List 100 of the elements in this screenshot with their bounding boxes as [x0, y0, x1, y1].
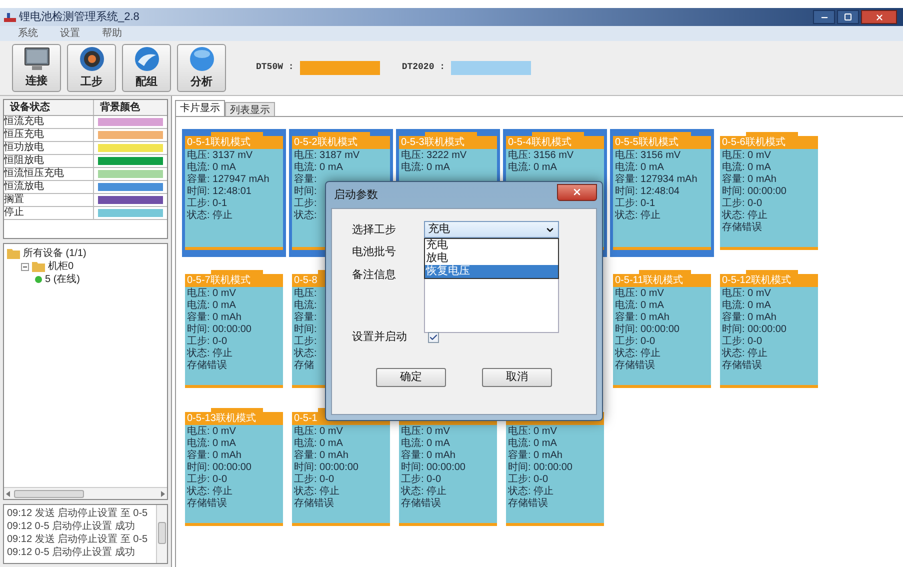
card-title-bar: 0-5-7联机模式 [185, 274, 283, 287]
card-reading: 工步: [294, 336, 317, 348]
card-reading: 工步: 0-1 [187, 198, 228, 210]
card-reading: 时间: 12:48:01 [187, 186, 252, 198]
table-cell: 停止 [4, 207, 94, 219]
card-reading: 状态: 停止 [722, 210, 768, 222]
card-reading: 容量: [294, 174, 317, 186]
log-entry: 09:12 0-5 启动停止设置 成功 [7, 520, 136, 533]
card-reading: 存储错误 [187, 498, 227, 510]
card-reading: 时间: 00:00:00 [722, 324, 786, 336]
card-reading: 电流: 0 mA [508, 438, 557, 450]
card-reading: 电压: 0 mV [722, 150, 771, 162]
card-reading: 工步: 0-1 [615, 198, 656, 210]
card-reading: 电流: 0 mA [401, 162, 450, 174]
card-reading: 状态: [294, 210, 317, 222]
card-reading: 状态: [294, 348, 317, 360]
card-reading: 工步: 0-0 [401, 474, 442, 486]
card-reading: 时间: 00:00:00 [187, 324, 252, 336]
card-reading: 容量: [294, 312, 317, 324]
window-title: 锂电池检测管理系统_2.8 [19, 10, 140, 25]
card-reading: 电流: 0 mA [187, 300, 236, 312]
table-cell: 恒功放电 [4, 142, 94, 154]
column-header: 设备状态 [4, 100, 94, 115]
card-reading: 容量: 0 mAh [722, 312, 776, 324]
card-reading: 电流: 0 mA [508, 162, 557, 174]
table-cell: 恒流放电 [4, 181, 94, 193]
card-reading: 电压: 3187 mV [294, 150, 360, 162]
card-reading: 时间: [294, 324, 317, 336]
card-reading: 工步: 0-0 [187, 474, 228, 486]
column-header: 背景颜色 [99, 100, 141, 115]
card-reading: 容量: 127934 mAh [615, 174, 698, 186]
card-title-bar: 0-5-13联机模式 [185, 412, 283, 425]
card-reading: 电压: [294, 288, 317, 300]
card-reading: 容量: 0 mAh [294, 450, 348, 462]
card-title-bar: 0-5-11联机模式 [613, 274, 711, 287]
card-reading: 存储错误 [294, 498, 334, 510]
card-reading: 时间: 12:48:04 [615, 186, 680, 198]
card-reading: 状态: 停止 [722, 348, 768, 360]
card-reading: 电压: 3156 mV [508, 150, 574, 162]
card-reading: 状态: 停止 [187, 348, 233, 360]
card-reading: 电压: 0 mV [187, 288, 236, 300]
card-reading: 电压: 0 mV [401, 426, 450, 438]
card-reading: 存储错误 [508, 498, 548, 510]
card-reading: 容量: 0 mAh [722, 174, 776, 186]
card-reading: 电压: 0 mV [187, 426, 236, 438]
table-cell: 恒流充电 [4, 116, 94, 128]
card-reading: 状态: 停止 [294, 486, 340, 498]
card-reading: 状态: 停止 [615, 348, 661, 360]
card-reading: 容量: 127947 mAh [187, 174, 270, 186]
table-cell: 恒压充电 [4, 129, 94, 141]
card-reading: 电流: 0 mA [294, 162, 343, 174]
card-reading: 电压: 0 mV [722, 288, 771, 300]
card-reading: 时间: 00:00:00 [401, 462, 466, 474]
card-title-bar: 0-5-12联机模式 [720, 274, 818, 287]
card-reading: 电流: 0 mA [722, 162, 771, 174]
card-reading: 电压: 0 mV [508, 426, 557, 438]
card-reading: 电流: 0 mA [294, 438, 343, 450]
card-reading: 存储错误 [187, 360, 227, 372]
card-reading: 电压: 0 mV [294, 426, 343, 438]
card-reading: 容量: 0 mAh [401, 450, 456, 462]
table-cell: 搁置 [4, 194, 94, 206]
card-reading: 容量: 0 mAh [187, 312, 242, 324]
card-reading: 电流: 0 mA [722, 300, 771, 312]
card-reading: 时间: 00:00:00 [508, 462, 572, 474]
card-reading: 状态: 停止 [508, 486, 554, 498]
card-reading: 容量: 0 mAh [615, 312, 670, 324]
card-reading: 电压: 0 mV [615, 288, 664, 300]
card-reading: 状态: 停止 [187, 210, 233, 222]
card-reading: 电流: 0 mA [187, 438, 236, 450]
card-reading: 电压: 3156 mV [615, 150, 681, 162]
log-entry: 09:12 发送 启动停止设置 至 0-5 [7, 507, 149, 520]
card-reading: 状态: 停止 [187, 486, 233, 498]
card-title-bar: 0-5-3联机模式 [399, 136, 497, 149]
card-reading: 工步: [294, 198, 317, 210]
card-reading: 电压: 3137 mV [187, 150, 253, 162]
table-cell: 恒阻放电 [4, 155, 94, 167]
card-reading: 容量: 0 mAh [508, 450, 562, 462]
card-reading: 工步: 0-0 [722, 336, 762, 348]
card-reading: 存储错误 [401, 498, 441, 510]
card-reading: 时间: 00:00:00 [722, 186, 786, 198]
card-title-bar: 0-5-6联机模式 [720, 136, 818, 149]
card-reading: 状态: 停止 [401, 486, 447, 498]
device-label: DT50W : [256, 61, 294, 74]
card-reading: 工步: 0-0 [294, 474, 334, 486]
checkbox-label: 设置并启动 [352, 330, 408, 345]
card-reading: 电流: [294, 300, 317, 312]
card-reading: 工步: 0-0 [187, 336, 228, 348]
card-reading: 存储 [294, 360, 314, 372]
field-label: 电池批号 [352, 245, 397, 260]
dialog-title: 启动参数 [333, 188, 378, 203]
card-reading: 电流: 0 mA [401, 438, 450, 450]
card-title-bar: 0-5-2联机模式 [292, 136, 390, 149]
table-cell: 恒流恒压充电 [4, 168, 94, 180]
card-reading: 容量: 0 mAh [187, 450, 242, 462]
card-reading: 工步: 0-0 [508, 474, 548, 486]
card-title-bar: 0-5-4联机模式 [506, 136, 604, 149]
card-reading: 时间: 00:00:00 [294, 462, 358, 474]
card-reading: 电流: 0 mA [615, 162, 664, 174]
card-title-bar: 0-5-1联机模式 [185, 136, 283, 149]
card-reading: 电压: 3222 mV [401, 150, 467, 162]
